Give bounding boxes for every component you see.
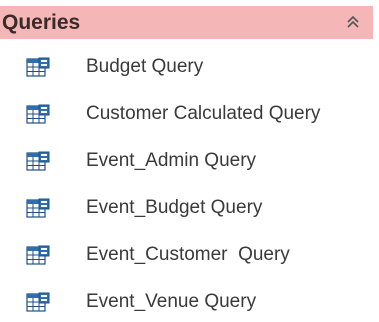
- query-list: Budget Query Customer Calculated Query E…: [0, 45, 379, 322]
- query-icon: [26, 151, 50, 173]
- queries-group-header[interactable]: Queries: [0, 6, 373, 39]
- query-icon: [26, 104, 50, 126]
- list-item-budget-query[interactable]: Budget Query: [0, 45, 379, 92]
- list-item-event-budget-query[interactable]: Event_Budget Query: [0, 186, 379, 233]
- list-item-label: Budget Query: [86, 56, 204, 77]
- list-item-event-admin-query[interactable]: Event_Admin Query: [0, 139, 379, 186]
- query-icon: [26, 245, 50, 267]
- list-item-event-venue-query[interactable]: Event_Venue Query: [0, 280, 379, 322]
- navigation-pane: Queries Budget Query Customer Calculated…: [0, 0, 379, 322]
- list-item-label: Event_Budget Query: [86, 197, 263, 218]
- list-item-event-customer-query[interactable]: Event_Customer Query: [0, 233, 379, 280]
- list-item-label: Event_Customer Query: [86, 244, 290, 265]
- double-chevron-up-icon[interactable]: [345, 14, 361, 30]
- query-icon: [26, 198, 50, 220]
- query-icon: [26, 57, 50, 79]
- list-item-label: Event_Admin Query: [86, 150, 257, 171]
- list-item-label: Customer Calculated Query: [86, 103, 321, 124]
- list-item-customer-calculated-query[interactable]: Customer Calculated Query: [0, 92, 379, 139]
- list-item-label: Event_Venue Query: [86, 291, 257, 312]
- group-title: Queries: [2, 10, 81, 34]
- query-icon: [26, 292, 50, 314]
